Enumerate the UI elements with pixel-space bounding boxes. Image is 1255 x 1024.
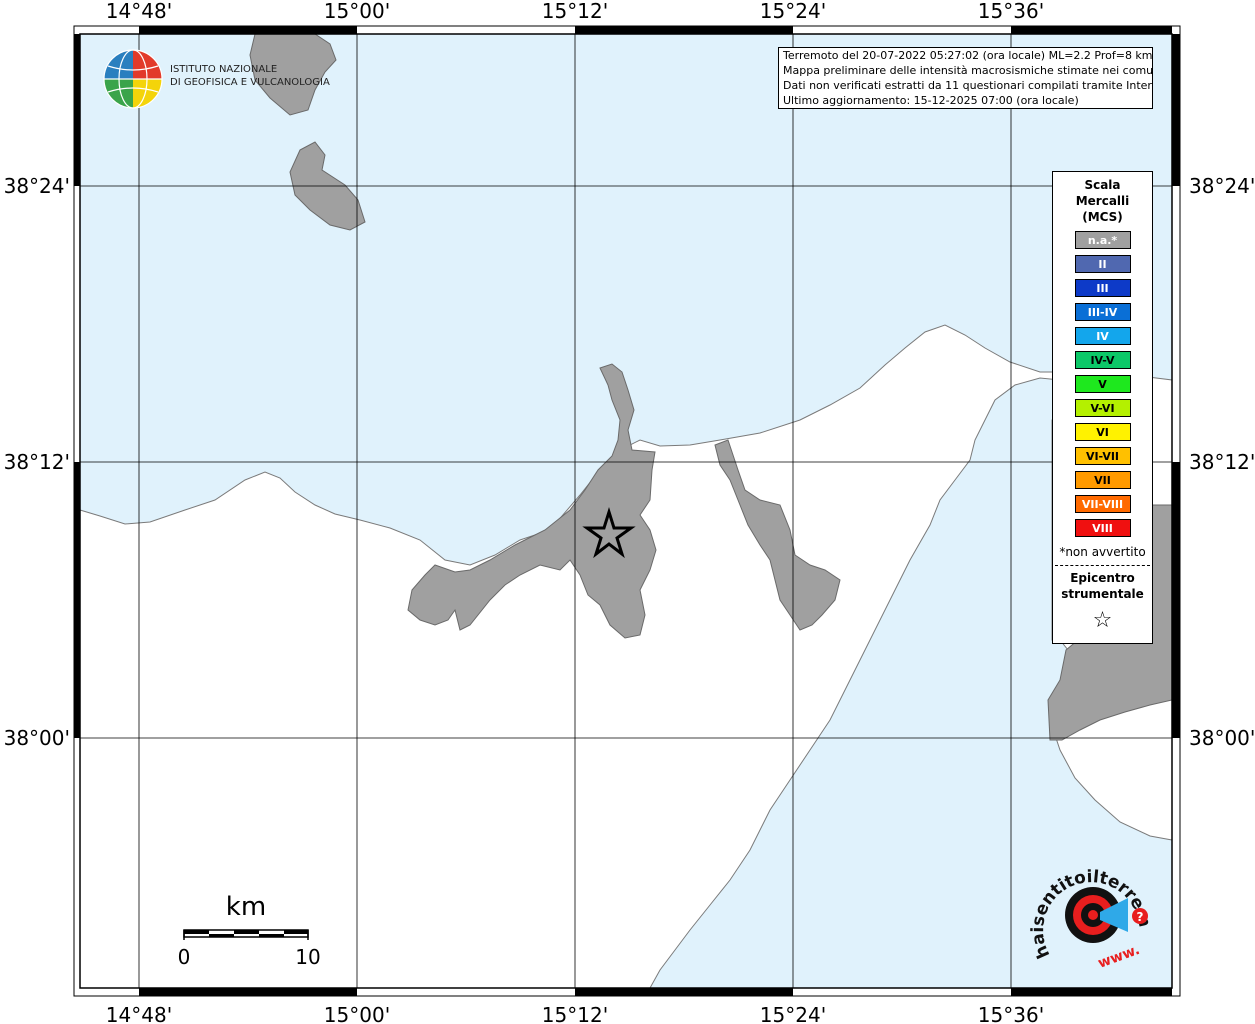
info-line: Mappa preliminare delle intensità macros… [783, 64, 1153, 77]
hsit-logo: haisentitoilterremoto.it ? www. [1024, 845, 1160, 990]
legend-epicenter-line: strumentale [1061, 587, 1144, 601]
legend-swatch: VII-VIII [1074, 495, 1131, 513]
lon-tick-label: 15°12' [542, 0, 608, 23]
lon-tick-label: 15°24' [760, 0, 826, 23]
info-line: Terremoto del 20-07-2022 05:27:02 (ora l… [783, 49, 1153, 62]
scale-bar: km 0 10 [178, 890, 328, 970]
lat-ticks-left: 38°24' 38°12' 38°00' [4, 174, 70, 750]
lon-tick-label: 14°48' [106, 0, 172, 23]
legend-items: n.a.* II III III-IV IV IV-V V V-VI VI VI-VII VII VI… [1053, 231, 1152, 537]
legend-star-icon: ☆ [1092, 608, 1113, 633]
svg-text:?: ? [1137, 910, 1144, 924]
legend-swatch: VIII [1074, 519, 1131, 537]
lon-tick-label: 15°00' [324, 0, 390, 23]
ingv-name-line: DI GEOFISICA E VULCANOLOGIA [170, 77, 330, 88]
lat-tick-label: 38°12' [4, 450, 70, 474]
scale-start-label: 0 [178, 945, 190, 969]
legend-title-line: (MCS) [1082, 210, 1123, 224]
lat-tick-label: 38°00' [4, 726, 70, 750]
legend-swatch: VI [1074, 423, 1131, 441]
legend-swatch: VI-VII [1074, 447, 1131, 465]
legend-title-line: Scala [1084, 178, 1121, 192]
mcs-legend: Scala Mercalli (MCS) n.a.* II III III-IV IV I… [1052, 171, 1153, 644]
lon-tick-label: 15°12' [542, 1003, 608, 1024]
lon-tick-label: 15°24' [760, 1003, 826, 1024]
lat-tick-label: 38°12' [1189, 450, 1255, 474]
ingv-logo: ISTITUTO NAZIONALE DI GEOFISICA E VULCAN… [100, 47, 330, 111]
lon-tick-label: 15°36' [978, 0, 1044, 23]
legend-swatch: VII [1074, 471, 1131, 489]
lon-tick-label: 15°00' [324, 1003, 390, 1024]
info-line: Ultimo aggiornamento: 15-12-2025 07:00 (… [783, 94, 1079, 107]
lon-ticks-top: 14°48' 15°00' 15°12' 15°24' 15°36' [106, 0, 1044, 23]
legend-swatch: IV-V [1074, 351, 1131, 369]
lat-tick-label: 38°24' [1189, 174, 1255, 198]
ingv-name: ISTITUTO NAZIONALE DI GEOFISICA E VULCAN… [170, 63, 330, 89]
earthquake-info-box: Terremoto del 20-07-2022 05:27:02 (ora l… [778, 47, 1153, 109]
lat-tick-label: 38°24' [4, 174, 70, 198]
legend-swatch: V [1074, 375, 1131, 393]
scale-end-label: 10 [295, 945, 320, 969]
hsit-www: www. [1096, 942, 1142, 972]
legend-swatch: II [1074, 255, 1131, 273]
scale-title: km [226, 892, 266, 922]
legend-note: *non avvertito [1059, 545, 1146, 559]
legend-title: Scala Mercalli (MCS) [1053, 177, 1152, 225]
legend-swatch: n.a.* [1074, 231, 1131, 249]
info-line: Dati non verificati estratti da 11 quest… [783, 79, 1153, 92]
lon-tick-label: 14°48' [106, 1003, 172, 1024]
ingv-globe-icon [103, 49, 163, 109]
legend-swatch: III-IV [1074, 303, 1131, 321]
lat-ticks-right: 38°24' 38°12' 38°00' [1189, 174, 1255, 750]
legend-swatch: IV [1074, 327, 1131, 345]
lon-ticks-bottom: 14°48' 15°00' 15°12' 15°24' 15°36' [106, 1003, 1044, 1024]
ingv-name-line: ISTITUTO NAZIONALE [170, 64, 278, 75]
lat-tick-label: 38°00' [1189, 726, 1255, 750]
legend-swatch: III [1074, 279, 1131, 297]
lon-tick-label: 15°36' [978, 1003, 1044, 1024]
legend-title-line: Mercalli [1075, 194, 1130, 208]
legend-divider [1055, 565, 1150, 566]
legend-epicenter-line: Epicentro [1070, 571, 1135, 585]
legend-swatch: V-VI [1074, 399, 1131, 417]
legend-epicenter-label: Epicentro strumentale [1053, 570, 1152, 602]
